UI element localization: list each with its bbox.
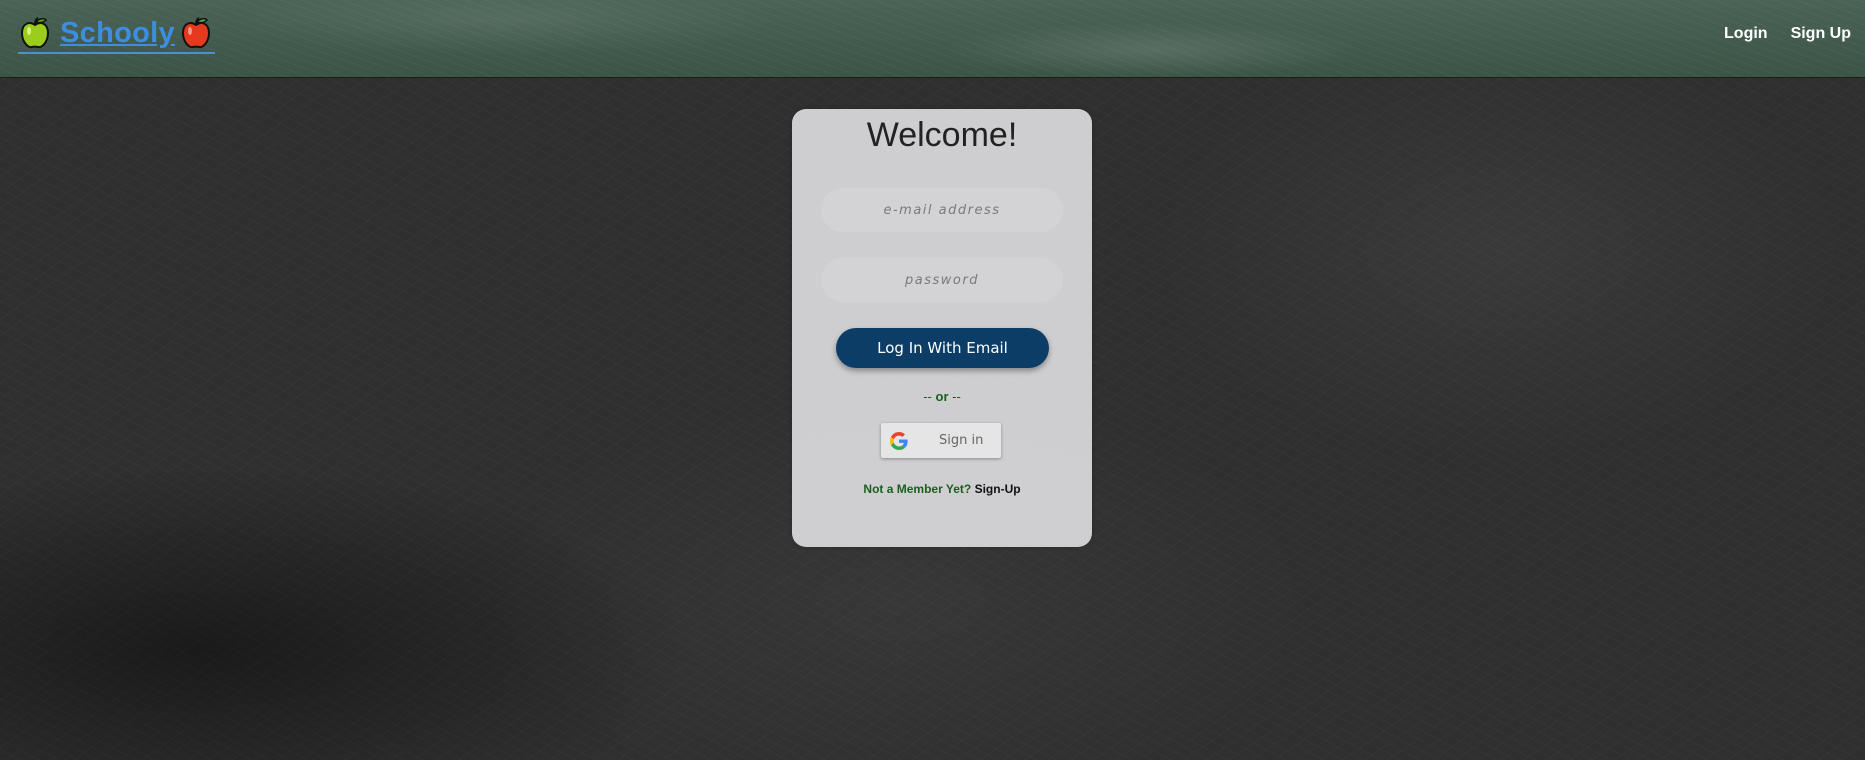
welcome-heading: Welcome! xyxy=(866,116,1018,154)
login-card: Welcome! Log In With Email -- or -- Sign… xyxy=(792,109,1092,547)
nav-links: Login Sign Up xyxy=(1724,25,1851,43)
signup-prompt-line: Not a Member Yet? Sign-Up xyxy=(792,482,1092,496)
login-with-email-button[interactable]: Log In With Email xyxy=(836,328,1049,368)
email-input[interactable] xyxy=(821,188,1063,232)
or-prefix: -- xyxy=(923,389,936,404)
nav-login-link[interactable]: Login xyxy=(1724,25,1768,43)
nav-signup-link[interactable]: Sign Up xyxy=(1791,25,1851,43)
top-navbar: Schooly Login Sign Up xyxy=(0,0,1865,77)
red-apple-icon xyxy=(181,17,210,49)
or-word: or xyxy=(935,389,949,404)
signup-prompt: Not a Member Yet? xyxy=(863,482,972,496)
google-g-icon xyxy=(890,431,908,450)
green-apple-icon xyxy=(20,17,50,49)
signup-link[interactable]: Sign-Up xyxy=(975,482,1021,496)
password-input[interactable] xyxy=(821,258,1063,302)
brand-link[interactable]: Schooly xyxy=(18,14,215,54)
or-divider: -- or -- xyxy=(792,389,1092,404)
or-suffix: -- xyxy=(948,389,961,404)
google-sign-in-label: Sign in xyxy=(939,433,984,448)
brand-name: Schooly xyxy=(60,16,175,49)
google-sign-in-button[interactable]: Sign in xyxy=(881,423,1001,458)
